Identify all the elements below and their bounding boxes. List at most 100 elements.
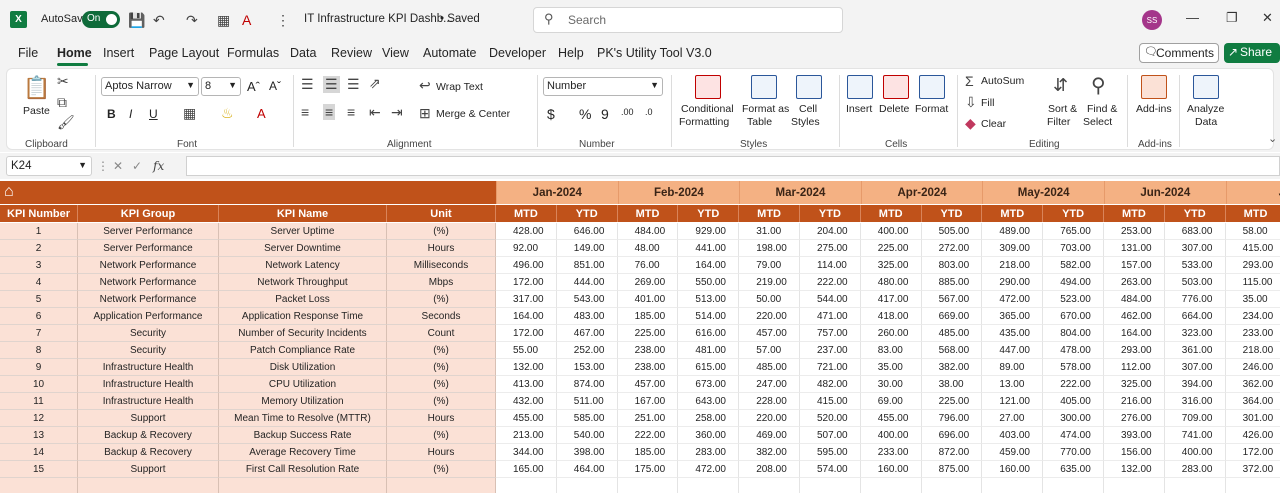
value-cell[interactable]: 160.00	[860, 461, 922, 478]
close-icon[interactable]: ✕	[1262, 10, 1273, 26]
value-cell[interactable]: 372.00	[1225, 461, 1280, 478]
tab-help[interactable]: Help	[558, 46, 584, 60]
value-cell[interactable]: 222.00	[1043, 376, 1104, 393]
kpi-name-cell[interactable]: Patch Compliance Rate	[219, 342, 387, 359]
kpi-group-cell[interactable]: Infrastructure Health	[78, 393, 219, 410]
value-cell[interactable]: 269.00	[617, 274, 679, 291]
save-icon[interactable]: 💾	[128, 10, 145, 30]
fill-color-icon[interactable]: ♨	[221, 105, 234, 122]
value-cell[interactable]: 309.00	[982, 240, 1044, 257]
value-cell[interactable]: 400.00	[1164, 444, 1226, 461]
decrease-decimal-icon[interactable]: .0	[645, 107, 653, 117]
search-box[interactable]: ⚲ Search	[533, 7, 843, 33]
month-header-cell[interactable]: Apr-2024	[860, 181, 983, 204]
value-cell[interactable]: 234.00	[1225, 308, 1280, 325]
value-cell[interactable]: 776.00	[1164, 291, 1226, 308]
value-cell[interactable]: 35.00	[860, 359, 922, 376]
value-cell[interactable]: 121.00	[982, 393, 1044, 410]
kpi-number-cell[interactable]: 10	[0, 376, 78, 393]
month-header-cell[interactable]: Jan-2024	[496, 181, 618, 204]
kpi-group-cell[interactable]: Network Performance	[78, 274, 219, 291]
worksheet-grid[interactable]: ⌂ Jan-2024 Feb-2024 Mar-2024 Apr-2024 May-20…	[0, 181, 1280, 493]
value-cell[interactable]: 875.00	[921, 461, 983, 478]
value-cell[interactable]: 514.00	[678, 308, 740, 325]
value-cell[interactable]: 238.00	[617, 359, 679, 376]
value-cell[interactable]: 401.00	[617, 291, 679, 308]
month-header-cell[interactable]: Feb-2024	[617, 181, 740, 204]
customize-toolbar-icon[interactable]: ⋮	[276, 10, 290, 30]
value-cell[interactable]: 885.00	[921, 274, 983, 291]
value-cell[interactable]: 35.00	[1225, 291, 1280, 308]
value-cell[interactable]: 301.00	[1225, 410, 1280, 427]
value-cell[interactable]: 307.00	[1164, 359, 1226, 376]
column-header[interactable]: YTD	[1043, 205, 1104, 222]
value-cell[interactable]: 664.00	[1164, 308, 1226, 325]
kpi-number-cell[interactable]: 4	[0, 274, 78, 291]
value-cell[interactable]: 574.00	[800, 461, 861, 478]
value-cell[interactable]	[739, 478, 800, 493]
value-cell[interactable]: 462.00	[1104, 308, 1165, 325]
value-cell[interactable]: 365.00	[982, 308, 1044, 325]
value-cell[interactable]: 415.00	[1225, 240, 1280, 257]
value-cell[interactable]: 79.00	[739, 257, 800, 274]
merge-center-label[interactable]: Merge & Center	[436, 108, 510, 120]
value-cell[interactable]: 114.00	[800, 257, 861, 274]
value-cell[interactable]: 198.00	[739, 240, 800, 257]
value-cell[interactable]: 164.00	[496, 308, 557, 325]
value-cell[interactable]: 172.00	[496, 325, 557, 342]
value-cell[interactable]: 157.00	[1104, 257, 1165, 274]
value-cell[interactable]: 447.00	[982, 342, 1044, 359]
month-header-cell[interactable]: May-2024	[982, 181, 1104, 204]
value-cell[interactable]: 543.00	[556, 291, 618, 308]
delete-cells-icon[interactable]	[883, 75, 909, 99]
value-cell[interactable]: 418.00	[860, 308, 922, 325]
value-cell[interactable]: 616.00	[678, 325, 740, 342]
value-cell[interactable]: 480.00	[860, 274, 922, 291]
kpi-name-cell[interactable]: Number of Security Incidents	[219, 325, 387, 342]
value-cell[interactable]: 520.00	[800, 410, 861, 427]
kpi-name-cell[interactable]: Disk Utilization	[219, 359, 387, 376]
value-cell[interactable]: 237.00	[800, 342, 861, 359]
value-cell[interactable]: 325.00	[860, 257, 922, 274]
cell-styles-label-1[interactable]: Cell	[799, 103, 817, 115]
format-painter-icon[interactable]: 🖌	[57, 114, 75, 131]
underline-icon[interactable]: U	[149, 107, 158, 121]
value-cell[interactable]: 471.00	[800, 308, 861, 325]
minimize-icon[interactable]: —	[1186, 10, 1199, 25]
value-cell[interactable]	[921, 478, 983, 493]
value-cell[interactable]: 804.00	[1043, 325, 1104, 342]
value-cell[interactable]: 153.00	[556, 359, 618, 376]
value-cell[interactable]: 185.00	[617, 308, 679, 325]
value-cell[interactable]: 69.00	[860, 393, 922, 410]
unit-cell[interactable]: Hours	[387, 444, 496, 461]
tab-home[interactable]: Home	[57, 46, 92, 60]
value-cell[interactable]: 393.00	[1104, 427, 1165, 444]
home-icon[interactable]: ⌂	[4, 184, 14, 200]
fill-label[interactable]: Fill	[981, 97, 994, 109]
value-cell[interactable]: 455.00	[860, 410, 922, 427]
value-cell[interactable]: 481.00	[678, 342, 740, 359]
value-cell[interactable]: 483.00	[556, 308, 618, 325]
comma-style-icon[interactable]: 9	[601, 106, 609, 122]
value-cell[interactable]: 540.00	[556, 427, 618, 444]
value-cell[interactable]: 293.00	[1225, 257, 1280, 274]
kpi-name-cell[interactable]: Network Throughput	[219, 274, 387, 291]
value-cell[interactable]: 851.00	[556, 257, 618, 274]
value-cell[interactable]: 432.00	[496, 393, 557, 410]
unit-cell[interactable]: (%)	[387, 376, 496, 393]
kpi-name-cell[interactable]: Memory Utilization	[219, 393, 387, 410]
tab-page-layout[interactable]: Page Layout	[149, 46, 219, 60]
align-right-icon[interactable]: ≡	[347, 104, 355, 120]
merge-center-icon[interactable]: ⊞	[419, 105, 431, 122]
value-cell[interactable]: 578.00	[1043, 359, 1104, 376]
value-cell[interactable]: 929.00	[678, 223, 740, 240]
borders-icon[interactable]: ▦	[183, 105, 196, 122]
value-cell[interactable]: 172.00	[496, 274, 557, 291]
value-cell[interactable]: 415.00	[800, 393, 861, 410]
kpi-group-cell[interactable]: Infrastructure Health	[78, 359, 219, 376]
kpi-number-cell[interactable]: 8	[0, 342, 78, 359]
value-cell[interactable]: 403.00	[982, 427, 1044, 444]
saved-status[interactable]: • Saved	[440, 13, 480, 25]
redo-icon[interactable]: ↷	[186, 10, 198, 30]
value-cell[interactable]: 272.00	[921, 240, 983, 257]
